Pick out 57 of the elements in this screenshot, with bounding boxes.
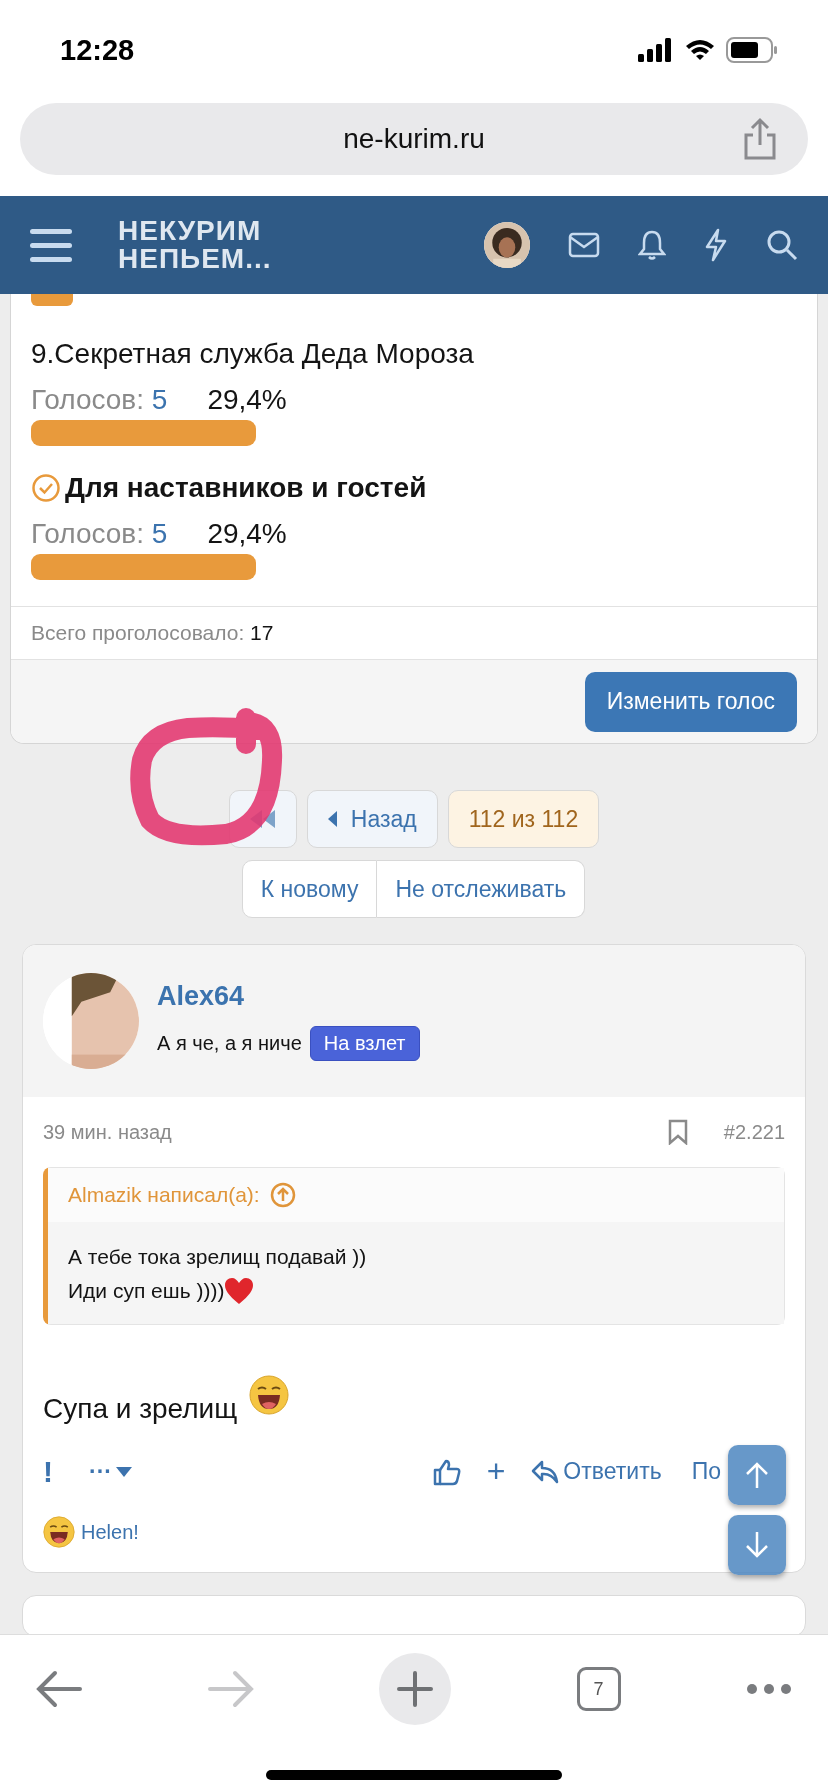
plus-icon [397, 1671, 433, 1707]
reaction-user[interactable]: Helen! [81, 1520, 139, 1544]
reply-button[interactable]: Ответить [531, 1458, 662, 1485]
back-button[interactable] [36, 1670, 82, 1708]
post-number[interactable]: #2.221 [723, 1120, 785, 1144]
nick-link[interactable]: По [691, 1458, 721, 1485]
bookmark-icon[interactable] [667, 1119, 688, 1145]
lightning-icon[interactable] [704, 228, 728, 262]
post-text: Супа и зрелищ [43, 1393, 238, 1425]
more-icon[interactable] [746, 1683, 792, 1695]
quote-text: А тебе тока зрелищ подавай )) [68, 1244, 367, 1270]
laughing-emoji-icon [43, 1516, 75, 1548]
battery-icon [726, 37, 778, 63]
arrow-up-circle-icon[interactable] [269, 1182, 296, 1208]
change-vote-button[interactable]: Изменить голос [584, 671, 797, 732]
like-button[interactable] [432, 1457, 461, 1486]
report-button[interactable]: ! [43, 1454, 53, 1489]
add-button[interactable]: + [486, 1453, 506, 1490]
scroll-up-button[interactable] [728, 1445, 786, 1505]
vote-count: Голосов: 5 [31, 384, 168, 416]
heart-icon [224, 1277, 255, 1305]
clock: 12:28 [60, 33, 135, 67]
thumbs-up-icon [432, 1457, 461, 1486]
scroll-down-button[interactable] [728, 1515, 786, 1575]
vote-percent: 29,4% [207, 518, 287, 550]
arrow-down-icon [745, 1531, 769, 1559]
vote-count: Голосов: 5 [31, 518, 168, 550]
poll-option: 9.Секретная служба Деда Мороза [31, 338, 474, 370]
vote-percent: 29,4% [207, 384, 287, 416]
poll-option: Для наставников и гостей [65, 472, 427, 504]
tabs-button[interactable]: 7 [576, 1667, 621, 1711]
total-votes: Всего проголосовало: 17 [31, 621, 274, 644]
signal-icon [638, 38, 674, 62]
wifi-icon [684, 38, 716, 62]
more-button[interactable]: ··· [89, 1458, 132, 1485]
menu-icon[interactable] [30, 227, 72, 263]
site-logo[interactable]: НЕКУРИМ НЕПЬЕМ... [118, 217, 272, 273]
caret-icon [327, 811, 337, 827]
reply-arrow-icon [531, 1459, 560, 1484]
thread-link-button[interactable]: Не отслеживать [377, 860, 586, 918]
post-time: 39 мин. назад [43, 1120, 172, 1144]
bell-icon[interactable] [638, 229, 666, 261]
search-icon[interactable] [766, 229, 798, 261]
user-badge: На взлет [309, 1026, 420, 1061]
author-name[interactable]: Alex64 [157, 981, 420, 1012]
mail-icon[interactable] [568, 232, 600, 258]
user-title: А я че, а я ниче [157, 1032, 302, 1055]
quote-text: Иди суп ешь )))) [68, 1278, 225, 1304]
caret-down-icon [116, 1466, 132, 1477]
thread-link-button[interactable]: К новому [241, 860, 378, 918]
url-text: ne-kurim.ru [343, 123, 485, 155]
arrow-up-icon [745, 1461, 769, 1489]
page-indicator[interactable]: 112 из 112 [447, 790, 600, 848]
previous-button[interactable]: Назад [306, 790, 438, 848]
address-bar[interactable]: ne-kurim.ru [20, 103, 808, 175]
poll-bar [31, 294, 73, 306]
laughing-emoji-icon [249, 1375, 290, 1415]
